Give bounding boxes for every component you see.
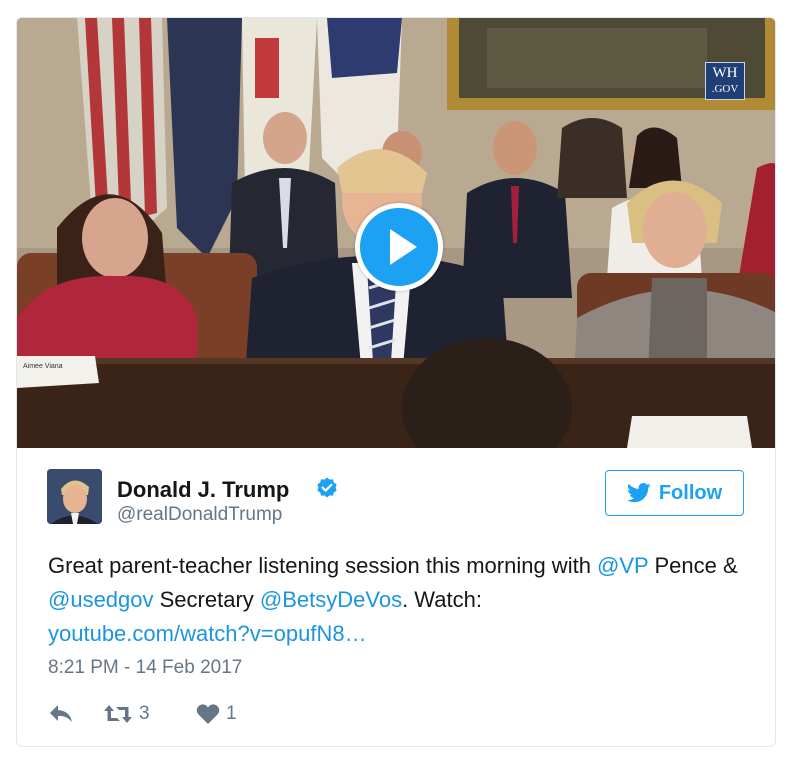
twitter-bird-icon	[626, 483, 651, 503]
play-icon	[390, 229, 417, 265]
tweet-actions: 3 1	[48, 701, 348, 727]
author-name[interactable]: Donald J. Trump	[117, 477, 289, 503]
mention-vp-link[interactable]: @VP	[597, 553, 648, 578]
tweet-card: Aimee Viana WH .GOV Donald J. Trump @rea…	[16, 17, 776, 747]
tweet-text-part: Great parent-teacher listening session t…	[48, 553, 598, 578]
mention-betsydevos-link[interactable]: @BetsyDeVos	[260, 587, 402, 612]
follow-button[interactable]: Follow	[605, 470, 744, 516]
tweet-text: Great parent-teacher listening session t…	[48, 549, 748, 651]
heart-icon	[196, 704, 220, 724]
tweet-text-part: Pence &	[648, 553, 738, 578]
tweet-text-part: . Watch:	[402, 587, 482, 612]
like-button[interactable]: 1	[196, 701, 237, 727]
video-player[interactable]: Aimee Viana WH .GOV	[17, 18, 775, 448]
follow-label: Follow	[658, 481, 723, 504]
tweet-timestamp[interactable]: 8:21 PM - 14 Feb 2017	[48, 657, 242, 679]
reply-button[interactable]	[48, 701, 74, 727]
avatar[interactable]	[47, 469, 102, 524]
reply-icon	[50, 705, 72, 722]
verified-badge-icon	[317, 477, 337, 498]
mention-usedgov-link[interactable]: @usedgov	[48, 587, 154, 612]
retweet-button[interactable]: 3	[103, 701, 150, 727]
youtube-link[interactable]: youtube.com/watch?v=opufN8…	[48, 621, 367, 646]
retweet-count: 3	[139, 703, 150, 724]
watermark-line1: WH	[712, 65, 738, 81]
author-handle[interactable]: @realDonaldTrump	[117, 504, 282, 526]
wh-gov-watermark: WH .GOV	[705, 62, 745, 100]
play-button[interactable]	[355, 203, 443, 291]
nameplate-text: Aimee Viana	[23, 363, 63, 370]
retweet-icon	[104, 705, 132, 723]
tweet-text-part: Secretary	[153, 587, 260, 612]
like-count: 1	[226, 703, 237, 724]
watermark-line2: .GOV	[711, 83, 739, 95]
